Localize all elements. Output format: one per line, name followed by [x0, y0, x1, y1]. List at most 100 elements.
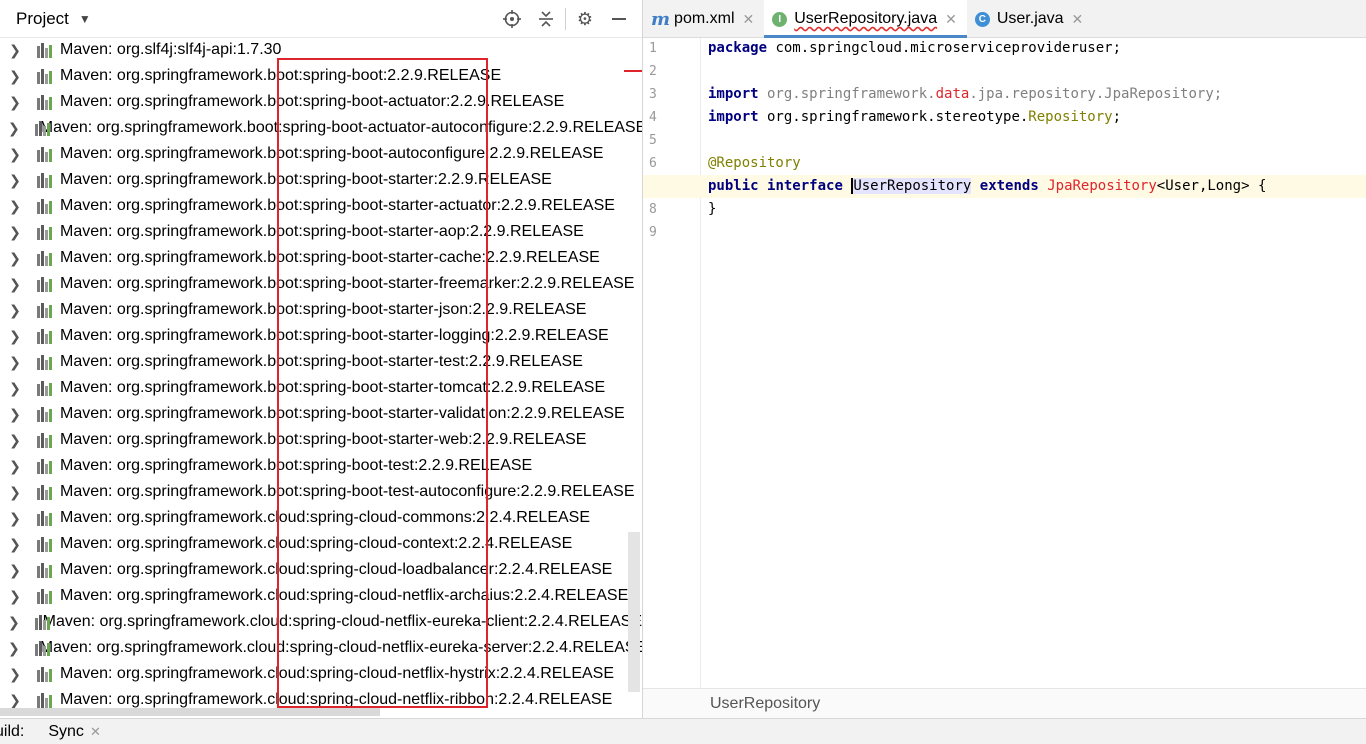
build-tool-window-bar: uild: Sync ✕	[0, 718, 1366, 744]
keyword: extends	[979, 178, 1039, 194]
close-icon[interactable]: ✕	[90, 724, 101, 740]
tab-user-repository[interactable]: I UserRepository.java ✕	[764, 0, 967, 38]
tab-sync[interactable]: Sync ✕	[48, 723, 100, 741]
tree-row[interactable]: ❯ Maven: org.springframework.cloud:spring…	[0, 583, 642, 609]
line-number: 1	[649, 41, 657, 56]
chevron-right-icon[interactable]: ❯	[8, 250, 22, 267]
tree-row[interactable]: ❯ Maven: org.springframework.boot:spring-…	[0, 141, 642, 167]
tree-row[interactable]: ❯ Maven: org.springframework.boot:spring-…	[0, 401, 642, 427]
tab-label: UserRepository.java	[794, 10, 938, 27]
chevron-right-icon[interactable]: ❯	[8, 484, 22, 501]
tree-row[interactable]: ❯ Maven: org.springframework.boot:spring-…	[0, 219, 642, 245]
chevron-right-icon[interactable]: ❯	[8, 666, 22, 683]
chevron-right-icon[interactable]: ❯	[8, 302, 22, 319]
class-icon: C	[974, 11, 990, 27]
project-panel: Project ▼ ⚙ ❯ Maven: org.slf4j:slf4j-api:…	[0, 0, 642, 718]
tree-row[interactable]: ❯ Maven: org.springframework.cloud:spring…	[0, 635, 642, 661]
tab-user-java[interactable]: C User.java ✕	[967, 0, 1093, 38]
chevron-right-icon[interactable]: ❯	[8, 692, 22, 709]
library-icon	[36, 458, 54, 474]
tree-item-label: Maven: org.springframework.cloud:spring-…	[60, 509, 591, 526]
interface-icon: I	[772, 11, 788, 27]
tree-row[interactable]: ❯ Maven: org.springframework.cloud:spring…	[0, 531, 642, 557]
gear-icon[interactable]: ⚙	[568, 0, 602, 38]
tree-row[interactable]: ❯ Maven: org.slf4j:slf4j-api:1.7.30	[0, 37, 642, 63]
code-line-1: package com.springcloud.microserviceprov…	[708, 37, 1121, 60]
chevron-down-icon[interactable]: ▼	[79, 12, 91, 26]
tree-item-label: Maven: org.springframework.cloud:spring-…	[39, 639, 642, 656]
code-area[interactable]: package com.springcloud.microserviceprov…	[643, 37, 1366, 688]
editor-gutter[interactable]: 1 2 3 4 5 6 7 8 9	[643, 38, 701, 688]
tree-row[interactable]: ❯ Maven: org.springframework.boot:spring-…	[0, 323, 642, 349]
chevron-right-icon[interactable]: ❯	[8, 640, 20, 657]
library-icon	[36, 94, 54, 110]
close-icon[interactable]: ✕	[743, 11, 755, 28]
tree-row[interactable]: ❯ Maven: org.springframework.boot:spring-…	[0, 479, 642, 505]
annotation-line	[624, 70, 642, 72]
tree-row[interactable]: ❯ Maven: org.springframework.boot:spring-…	[0, 271, 642, 297]
library-icon	[36, 224, 54, 240]
chevron-right-icon[interactable]: ❯	[8, 588, 22, 605]
tree-row[interactable]: ❯ Maven: org.springframework.cloud:spring…	[0, 609, 642, 635]
library-icon	[36, 302, 54, 318]
tree-row[interactable]: ❯ Maven: org.springframework.boot:spring-…	[0, 89, 642, 115]
tree-row[interactable]: ❯ Maven: org.springframework.boot:spring-…	[0, 193, 642, 219]
minimize-icon[interactable]	[602, 0, 636, 38]
chevron-right-icon[interactable]: ❯	[8, 562, 22, 579]
tab-pom-xml[interactable]: m pom.xml ✕	[643, 0, 764, 38]
library-icon	[36, 42, 54, 58]
line-number: 2	[649, 64, 657, 79]
keyword: import	[708, 86, 759, 102]
tab-label: User.java	[996, 10, 1064, 27]
chevron-right-icon[interactable]: ❯	[8, 224, 22, 241]
chevron-right-icon[interactable]: ❯	[8, 432, 22, 449]
locate-icon[interactable]	[495, 0, 529, 38]
breadcrumb-item[interactable]: UserRepository	[710, 695, 820, 713]
chevron-right-icon[interactable]: ❯	[8, 68, 22, 85]
tree-row[interactable]: ❯ Maven: org.springframework.boot:spring-…	[0, 427, 642, 453]
tree-item-label: Maven: org.springframework.boot:spring-b…	[60, 405, 625, 422]
tree-row[interactable]: ❯ Maven: org.springframework.cloud:spring…	[0, 557, 642, 583]
collapse-all-icon[interactable]	[529, 0, 563, 38]
tree-row[interactable]: ❯ Maven: org.springframework.cloud:spring…	[0, 661, 642, 687]
close-icon[interactable]: ✕	[945, 11, 957, 28]
vertical-scrollbar[interactable]	[628, 532, 640, 692]
chevron-right-icon[interactable]: ❯	[8, 146, 22, 163]
tree-row[interactable]: ❯ Maven: org.springframework.boot:spring-…	[0, 115, 642, 141]
chevron-right-icon[interactable]: ❯	[8, 510, 22, 527]
library-icon	[36, 484, 54, 500]
chevron-right-icon[interactable]: ❯	[8, 406, 22, 423]
close-icon[interactable]: ✕	[1072, 11, 1084, 28]
chevron-right-icon[interactable]: ❯	[8, 536, 22, 553]
project-panel-header: Project ▼ ⚙	[0, 0, 642, 38]
chevron-right-icon[interactable]: ❯	[8, 614, 20, 631]
chevron-right-icon[interactable]: ❯	[8, 380, 22, 397]
horizontal-scrollbar[interactable]	[0, 708, 380, 716]
chevron-right-icon[interactable]: ❯	[8, 198, 22, 215]
line-number: 5	[649, 133, 657, 148]
chevron-right-icon[interactable]: ❯	[8, 120, 20, 137]
keyword: package	[708, 40, 768, 56]
tree-row[interactable]: ❯ Maven: org.springframework.boot:spring-…	[0, 375, 642, 401]
tree-row[interactable]: ❯ Maven: org.springframework.boot:spring-…	[0, 245, 642, 271]
tree-row[interactable]: ❯ Maven: org.springframework.boot:spring-…	[0, 167, 642, 193]
tree-row[interactable]: ❯ Maven: org.springframework.boot:spring-…	[0, 453, 642, 479]
chevron-right-icon[interactable]: ❯	[8, 458, 22, 475]
library-icon	[36, 692, 54, 708]
chevron-right-icon[interactable]: ❯	[8, 94, 22, 111]
tree-item-label: Maven: org.springframework.boot:spring-b…	[60, 197, 615, 214]
tree-item-label: Maven: org.slf4j:slf4j-api:1.7.30	[60, 41, 282, 58]
code-text: ;	[1112, 109, 1122, 125]
library-icon	[36, 172, 54, 188]
tree-row[interactable]: ❯ Maven: org.springframework.cloud:spring…	[0, 505, 642, 531]
library-icon	[36, 510, 54, 526]
chevron-right-icon[interactable]: ❯	[8, 328, 22, 345]
chevron-right-icon[interactable]: ❯	[8, 42, 22, 59]
project-panel-title[interactable]: Project	[16, 9, 69, 29]
tree-row[interactable]: ❯ Maven: org.springframework.boot:spring-…	[0, 297, 642, 323]
tree-row[interactable]: ❯ Maven: org.springframework.boot:spring-…	[0, 349, 642, 375]
chevron-right-icon[interactable]: ❯	[8, 276, 22, 293]
tree-row[interactable]: ❯ Maven: org.springframework.boot:spring-…	[0, 63, 642, 89]
chevron-right-icon[interactable]: ❯	[8, 172, 22, 189]
chevron-right-icon[interactable]: ❯	[8, 354, 22, 371]
